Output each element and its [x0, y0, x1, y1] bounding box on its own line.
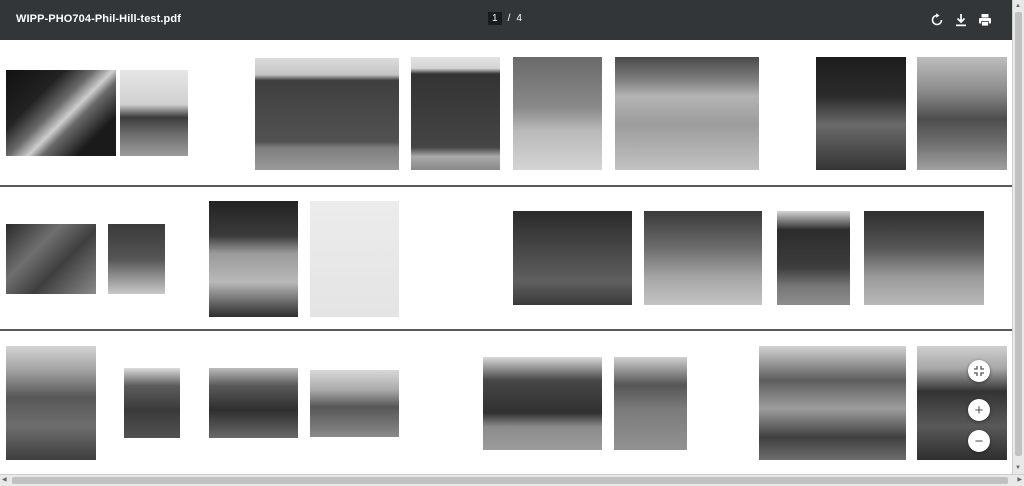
photo-thumbnail — [759, 346, 906, 460]
photo-thumbnail — [614, 357, 687, 450]
scroll-left-arrow-icon[interactable]: ◀ — [2, 476, 7, 484]
pdf-toolbar: WIPP-PHO704-Phil-Hill-test.pdf 1 / 4 — [0, 0, 1012, 40]
zoom-out-button[interactable]: − — [968, 430, 990, 452]
horizontal-scrollbar[interactable]: ◀ ▶ — [0, 474, 1024, 486]
photo-thumbnail — [513, 211, 632, 305]
photo-thumbnail — [255, 58, 399, 170]
photo-thumbnail — [777, 211, 850, 305]
zoom-in-button[interactable]: + — [968, 399, 990, 421]
download-icon[interactable] — [953, 12, 969, 28]
photo-thumbnail — [411, 57, 500, 170]
vertical-scrollbar-thumb[interactable] — [1015, 12, 1022, 456]
photo-thumbnail — [513, 57, 602, 170]
photo-thumbnail — [310, 370, 399, 437]
photo-thumbnail — [483, 357, 602, 450]
photo-thumbnail — [6, 70, 116, 156]
photo-thumbnail — [120, 70, 188, 156]
zoom-out-icon: − — [974, 432, 984, 450]
fit-page-button[interactable] — [968, 360, 990, 382]
pdf-viewer-area[interactable]: + − — [0, 40, 1012, 474]
photo-thumbnail — [108, 224, 165, 294]
photo-thumbnail — [6, 346, 96, 460]
zoom-in-icon: + — [974, 401, 984, 419]
scroll-up-arrow-icon[interactable]: ▲ — [1015, 2, 1021, 10]
scroll-down-arrow-icon[interactable]: ▼ — [1015, 464, 1021, 472]
horizontal-scrollbar-thumb[interactable] — [12, 477, 1008, 484]
page-separator: / — [507, 13, 511, 24]
photo-thumbnail — [310, 201, 399, 317]
print-icon[interactable] — [977, 12, 993, 28]
photo-thumbnail — [917, 57, 1007, 170]
total-pages: 4 — [516, 13, 522, 24]
current-page-input[interactable]: 1 — [488, 12, 502, 25]
photo-thumbnail — [6, 224, 96, 294]
rotate-icon[interactable] — [929, 12, 945, 28]
photo-thumbnail — [209, 201, 298, 317]
fit-page-icon — [974, 366, 984, 376]
vertical-scrollbar[interactable]: ▲ ▼ — [1012, 0, 1024, 474]
photo-thumbnail — [124, 368, 180, 438]
page-divider — [0, 185, 1012, 187]
photo-thumbnail — [917, 346, 1007, 460]
photo-thumbnail — [644, 211, 762, 305]
photo-thumbnail — [615, 57, 759, 170]
page-divider — [0, 329, 1012, 331]
page-indicator: 1 / 4 — [488, 12, 522, 25]
document-title: WIPP-PHO704-Phil-Hill-test.pdf — [16, 13, 181, 25]
photo-thumbnail — [209, 368, 298, 438]
scroll-right-arrow-icon[interactable]: ▶ — [1017, 476, 1022, 484]
photo-thumbnail — [816, 57, 906, 170]
photo-thumbnail — [864, 211, 984, 305]
